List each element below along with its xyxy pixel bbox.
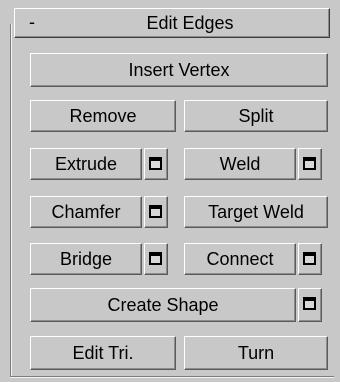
bridge-label: Bridge: [59, 248, 113, 269]
target-weld-label: Target Weld: [208, 201, 304, 222]
chamfer-settings-button[interactable]: [144, 196, 168, 228]
weld-button[interactable]: Weld: [184, 148, 296, 180]
split-label: Split: [238, 105, 274, 126]
rollout-bottom-border: [10, 376, 334, 377]
insert-vertex-label: Insert Vertex: [128, 59, 230, 80]
turn-label: Turn: [237, 342, 275, 363]
turn-button[interactable]: Turn: [184, 336, 328, 370]
chamfer-button[interactable]: Chamfer: [30, 196, 142, 228]
edit-tri-button[interactable]: Edit Tri.: [30, 336, 176, 370]
create-shape-label: Create Shape: [107, 294, 219, 315]
extrude-settings-button[interactable]: [144, 148, 168, 180]
connect-button[interactable]: Connect: [184, 243, 296, 275]
extrude-button[interactable]: Extrude: [30, 148, 142, 180]
window-settings-icon: [303, 252, 316, 265]
rollout-title: Edit Edges: [146, 13, 234, 33]
remove-label: Remove: [69, 105, 137, 126]
remove-button[interactable]: Remove: [30, 100, 176, 132]
window-settings-icon: [149, 252, 162, 265]
create-shape-settings-button[interactable]: [298, 288, 322, 322]
edit-tri-label: Edit Tri.: [72, 342, 134, 363]
connect-settings-button[interactable]: [298, 243, 322, 275]
weld-settings-button[interactable]: [298, 148, 322, 180]
chamfer-label: Chamfer: [51, 201, 121, 222]
window-settings-icon: [303, 297, 316, 310]
target-weld-button[interactable]: Target Weld: [184, 196, 328, 228]
rollout-header[interactable]: - Edit Edges: [14, 8, 330, 38]
insert-vertex-button[interactable]: Insert Vertex: [30, 53, 328, 87]
window-settings-icon: [149, 157, 162, 170]
window-settings-icon: [149, 205, 162, 218]
bridge-settings-button[interactable]: [144, 243, 168, 275]
weld-label: Weld: [219, 153, 261, 174]
extrude-label: Extrude: [54, 153, 118, 174]
window-settings-icon: [303, 157, 316, 170]
connect-label: Connect: [206, 248, 274, 269]
create-shape-button[interactable]: Create Shape: [30, 288, 296, 322]
rollout-left-border: [10, 24, 11, 376]
bridge-button[interactable]: Bridge: [30, 243, 142, 275]
split-button[interactable]: Split: [184, 100, 328, 132]
